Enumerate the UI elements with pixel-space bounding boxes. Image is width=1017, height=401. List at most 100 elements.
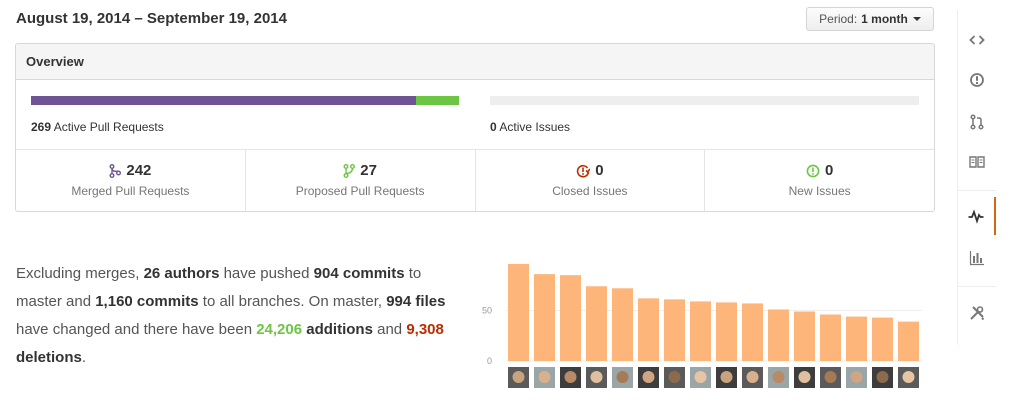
nav-pull-requests[interactable] (958, 103, 996, 141)
author-avatar[interactable] (846, 367, 867, 388)
commit-bar[interactable] (820, 314, 841, 361)
period-value: 1 month (861, 12, 908, 26)
files-changed-count: 994 (386, 293, 412, 310)
summary-text-4: to all branches. On master, (198, 293, 387, 310)
merged-segment (31, 96, 417, 105)
closed-issues-stat[interactable]: 0 Closed Issues (476, 150, 706, 211)
nav-settings[interactable] (958, 294, 996, 332)
date-range-title: August 19, 2014 – September 19, 2014 (16, 10, 287, 27)
author-avatar[interactable] (794, 367, 815, 388)
author-avatar[interactable] (872, 367, 893, 388)
period-dropdown-button[interactable]: Period: 1 month (806, 7, 934, 31)
summary-text-2: have pushed (219, 265, 314, 282)
commit-bar[interactable] (508, 264, 529, 361)
commit-bar[interactable] (690, 301, 711, 361)
deletions-count: 9,308 (406, 321, 444, 338)
commit-bar[interactable] (534, 274, 555, 361)
active-issues-count: 0 (490, 120, 497, 134)
summary-text-7: . (81, 349, 87, 366)
proposed-segment (416, 96, 459, 105)
author-avatar[interactable] (664, 367, 685, 388)
author-avatar[interactable] (612, 367, 633, 388)
commits-by-author-chart: 0 50 (482, 264, 922, 388)
author-avatar[interactable] (586, 367, 607, 388)
nav-wiki[interactable] (958, 143, 996, 181)
commit-summary: Excluding merges, 26 authors have pushed… (16, 260, 456, 372)
repo-side-nav (957, 10, 996, 345)
master-commits-count: 904 commits (313, 265, 405, 282)
author-avatar[interactable] (898, 367, 919, 388)
proposed-pull-requests-label: Proposed Pull Requests (295, 184, 425, 198)
issues-icon (970, 73, 984, 87)
summary-text-5: have changed and there have been (16, 321, 257, 338)
closed-issues-label: Closed Issues (552, 184, 628, 198)
commit-bar[interactable] (586, 286, 607, 361)
pull-requests-progress-bar[interactable] (31, 96, 459, 105)
commit-bar[interactable] (794, 311, 815, 361)
author-avatar[interactable] (716, 367, 737, 388)
commit-bar[interactable] (560, 275, 581, 361)
additions-word: additions (302, 321, 373, 338)
summary-text-1: Excluding merges, (16, 265, 144, 282)
commit-bar[interactable] (898, 321, 919, 361)
proposed-pr-icon (343, 163, 356, 178)
merged-pull-requests-stat[interactable]: 242 Merged Pull Requests (16, 150, 246, 211)
author-avatar[interactable] (742, 367, 763, 388)
overview-title: Overview (16, 44, 934, 80)
period-label: Period: (819, 12, 858, 26)
active-issues-summary[interactable]: 0 Active Issues (490, 120, 570, 134)
commit-bar[interactable] (742, 303, 763, 361)
commit-bar[interactable] (768, 309, 789, 361)
overview-stats: 242 Merged Pull Requests 27 Proposed Pul… (16, 150, 934, 211)
commit-bar[interactable] (664, 299, 685, 361)
overview-panel: Overview 269 Active Pull Requests 0 Acti… (15, 43, 935, 212)
author-avatar[interactable] (534, 367, 555, 388)
active-pull-requests-label: Active Pull Requests (53, 120, 164, 134)
files-word: files (411, 293, 446, 310)
active-pull-requests-summary[interactable]: 269 Active Pull Requests (31, 120, 164, 134)
active-issues-label: Active Issues (499, 120, 571, 134)
commit-bar[interactable] (716, 302, 737, 361)
authors-count: 26 authors (143, 265, 220, 282)
nav-code[interactable] (958, 21, 996, 59)
all-commits-count: 1,160 commits (95, 293, 199, 310)
commit-bar[interactable] (612, 288, 633, 361)
closed-issue-icon (576, 164, 591, 178)
commit-bar[interactable] (846, 316, 867, 361)
author-avatar[interactable] (690, 367, 711, 388)
chart-y-tick-label: 50 (482, 306, 492, 316)
additions-count: 24,206 (256, 321, 303, 338)
new-issue-icon (806, 164, 820, 177)
proposed-pull-requests-stat[interactable]: 27 Proposed Pull Requests (246, 150, 476, 211)
new-issues-count: 0 (824, 162, 834, 179)
active-pull-requests-count: 269 (31, 120, 52, 134)
issues-progress-bar[interactable] (490, 96, 919, 105)
nav-graphs[interactable] (958, 239, 996, 277)
commit-bar[interactable] (872, 317, 893, 361)
caret-down-icon (912, 17, 921, 21)
summary-text-6: and (372, 321, 407, 338)
pull-requests-icon (970, 114, 984, 130)
wiki-icon (969, 156, 985, 168)
proposed-pull-requests-count: 27 (360, 162, 377, 179)
code-icon (969, 35, 985, 45)
merged-pr-icon (109, 163, 122, 178)
commit-bar[interactable] (638, 298, 659, 361)
deletions-word: deletions (16, 349, 82, 366)
author-avatar[interactable] (768, 367, 789, 388)
new-issues-label: New Issues (788, 184, 851, 198)
author-avatar[interactable] (638, 367, 659, 388)
nav-issues[interactable] (958, 61, 996, 99)
chart-y-tick-label: 0 (487, 356, 492, 366)
author-avatar[interactable] (508, 367, 529, 388)
new-issues-stat[interactable]: 0 New Issues (705, 150, 934, 211)
author-avatar[interactable] (560, 367, 581, 388)
author-avatar[interactable] (820, 367, 841, 388)
merged-pull-requests-label: Merged Pull Requests (71, 184, 190, 198)
merged-pull-requests-count: 242 (126, 162, 152, 179)
pulse-icon (968, 209, 984, 224)
graphs-icon (969, 251, 984, 266)
closed-issues-count: 0 (595, 162, 604, 179)
settings-icon (970, 306, 985, 321)
nav-pulse[interactable] (958, 197, 996, 235)
